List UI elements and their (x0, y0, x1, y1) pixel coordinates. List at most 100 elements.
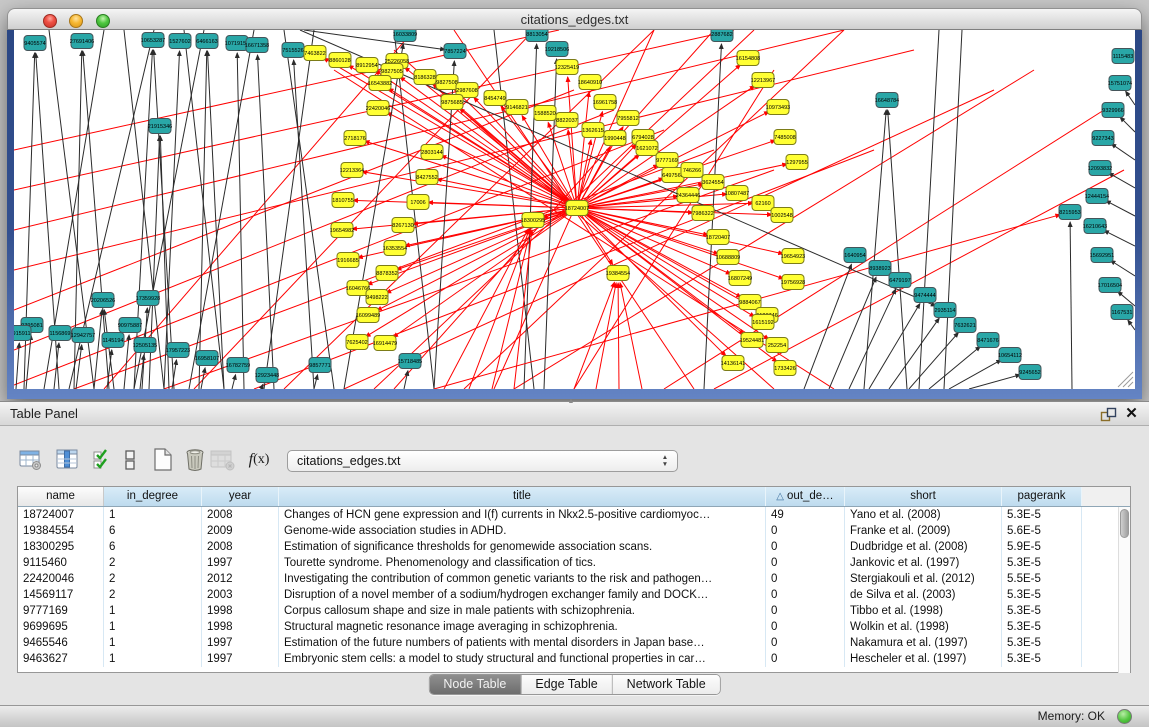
zoom-window-button[interactable] (96, 14, 110, 28)
tab-network-table[interactable]: Network Table (613, 675, 720, 694)
svg-text:16671358: 16671358 (245, 43, 269, 49)
svg-text:1640954: 1640954 (844, 253, 865, 259)
table-tabs: Node TableEdge TableNetwork Table (428, 674, 720, 695)
svg-text:746266: 746266 (683, 168, 701, 174)
table-row[interactable]: 1872400712008Changes of HCN gene express… (18, 507, 1130, 523)
column-header-short[interactable]: short (845, 487, 1002, 506)
svg-text:12213364: 12213364 (340, 168, 364, 174)
minimize-window-button[interactable] (69, 14, 83, 28)
svg-text:9245652: 9245652 (1019, 370, 1040, 376)
memory-status-indicator (1117, 709, 1132, 724)
svg-text:16154808: 16154808 (736, 56, 760, 62)
show-columns-button[interactable] (55, 448, 81, 472)
svg-text:19654982: 19654982 (330, 228, 354, 234)
svg-text:16210643: 16210643 (1083, 224, 1107, 230)
svg-text:14136141: 14136141 (721, 361, 745, 367)
tab-edge-table[interactable]: Edge Table (521, 675, 612, 694)
status-bar: Memory: OK (0, 705, 1149, 727)
function-builder-button[interactable]: f(x) (246, 448, 272, 472)
column-header-year[interactable]: year (202, 487, 279, 506)
svg-text:22420046: 22420046 (366, 106, 390, 112)
svg-text:19756928: 19756928 (781, 280, 805, 286)
svg-text:9827508: 9827508 (436, 80, 457, 86)
float-panel-icon[interactable] (1100, 406, 1117, 423)
svg-text:12325419: 12325419 (555, 65, 579, 71)
vertical-scrollbar[interactable] (1118, 507, 1130, 673)
svg-text:9227343: 9227343 (1092, 136, 1113, 142)
delete-column-button[interactable] (182, 448, 208, 472)
svg-text:16033809: 16033809 (393, 32, 417, 38)
svg-text:2718176: 2718176 (344, 136, 365, 142)
svg-text:1733426: 1733426 (774, 366, 795, 372)
column-header-pagerank[interactable]: pagerank (1002, 487, 1082, 506)
table-body: 1872400712008Changes of HCN gene express… (18, 507, 1130, 667)
svg-text:8822037: 8822037 (556, 118, 577, 124)
citation-graph[interactable]: 9405574276914061065328715276026466163107… (14, 30, 1135, 389)
svg-text:1810755: 1810755 (332, 198, 353, 204)
svg-text:8471676: 8471676 (977, 338, 998, 344)
svg-text:16543882: 16543882 (368, 81, 392, 87)
merge-columns-button[interactable] (122, 448, 138, 472)
tab-node-table[interactable]: Node Table (429, 675, 521, 694)
new-column-button[interactable] (150, 448, 176, 472)
svg-text:15718485: 15718485 (398, 359, 422, 365)
svg-text:16807249: 16807249 (728, 276, 752, 282)
svg-text:8454749: 8454749 (484, 96, 505, 102)
node-table: namein_degreeyeartitle△out_de…shortpager… (17, 486, 1131, 673)
svg-text:16914479: 16914479 (373, 341, 397, 347)
window-titlebar[interactable]: citations_edges.txt (7, 8, 1142, 30)
svg-text:19654923: 19654923 (781, 254, 805, 260)
table-panel-title: Table Panel (10, 402, 78, 425)
svg-text:1297955: 1297955 (786, 160, 807, 166)
svg-text:2935114: 2935114 (934, 308, 955, 314)
table-row[interactable]: 946362711997Embryonic stem cells: a mode… (18, 651, 1130, 667)
close-panel-icon[interactable]: ✕ (1123, 406, 1140, 423)
table-row[interactable]: 1938455462009Genome-wide association stu… (18, 523, 1130, 539)
table-row[interactable]: 2242004622012Investigating the contribut… (18, 571, 1130, 587)
table-row[interactable]: 946554611997Estimation of the future num… (18, 635, 1130, 651)
column-header-name[interactable]: name (18, 487, 104, 506)
table-panel: ▲ Table Panel ✕ (0, 401, 1149, 705)
svg-text:8267130: 8267130 (392, 223, 413, 229)
svg-text:62160: 62160 (755, 201, 770, 207)
svg-text:3915911: 3915911 (14, 331, 31, 337)
close-window-button[interactable] (43, 14, 57, 28)
svg-text:12505135: 12505135 (133, 343, 157, 349)
svg-text:18300295: 18300295 (521, 218, 545, 224)
svg-text:1362615: 1362615 (582, 128, 603, 134)
column-header-in_degree[interactable]: in_degree (104, 487, 202, 506)
table-mode-button[interactable] (18, 448, 44, 472)
table-row[interactable]: 969969511998Structural magnetic resonanc… (18, 619, 1130, 635)
svg-text:8860128: 8860128 (329, 58, 350, 64)
column-header-out_de[interactable]: △out_de… (766, 487, 845, 506)
sort-ascending-icon: △ (776, 491, 784, 502)
table-selector-dropdown[interactable]: citations_edges.txt ▲▼ (287, 450, 678, 472)
svg-text:2887682: 2887682 (711, 32, 732, 38)
row-selection-button[interactable] (90, 448, 116, 472)
svg-text:6497568: 6497568 (662, 173, 683, 179)
svg-text:19218506: 19218506 (545, 47, 569, 53)
svg-text:90975887: 90975887 (118, 323, 142, 329)
table-row[interactable]: 977716911998Corpus callosum shape and si… (18, 603, 1130, 619)
splitter-grip-icon[interactable]: ▲ (565, 399, 577, 404)
svg-text:18720407: 18720407 (706, 235, 730, 241)
table-row[interactable]: 911546021997Tourette syndrome. Phenomeno… (18, 555, 1130, 571)
svg-text:18640910: 18640910 (578, 80, 602, 86)
table-header-row: namein_degreeyeartitle△out_de…shortpager… (18, 487, 1130, 507)
svg-text:9884067: 9884067 (739, 300, 760, 306)
table-row[interactable]: 1456911722003Disruption of a novel membe… (18, 587, 1130, 603)
network-canvas[interactable]: 9405574276914061065328715276026466163107… (14, 30, 1135, 389)
table-row[interactable]: 1830029562008Estimation of significance … (18, 539, 1130, 555)
column-header-title[interactable]: title (279, 487, 766, 506)
svg-text:9777169: 9777169 (656, 158, 677, 164)
svg-text:16099489: 16099489 (356, 313, 380, 319)
svg-text:1916685: 1916685 (337, 258, 358, 264)
svg-text:12444154: 12444154 (1085, 194, 1109, 200)
svg-text:20206526: 20206526 (91, 298, 115, 304)
svg-text:8215953: 8215953 (1059, 210, 1080, 216)
svg-text:7857224: 7857224 (444, 49, 465, 55)
svg-text:2987608: 2987608 (456, 88, 477, 94)
desktop: { "window": { "title": "citations_edges.… (0, 0, 1149, 727)
svg-text:9857771: 9857771 (309, 363, 330, 369)
scrollbar-thumb[interactable] (1120, 509, 1129, 538)
